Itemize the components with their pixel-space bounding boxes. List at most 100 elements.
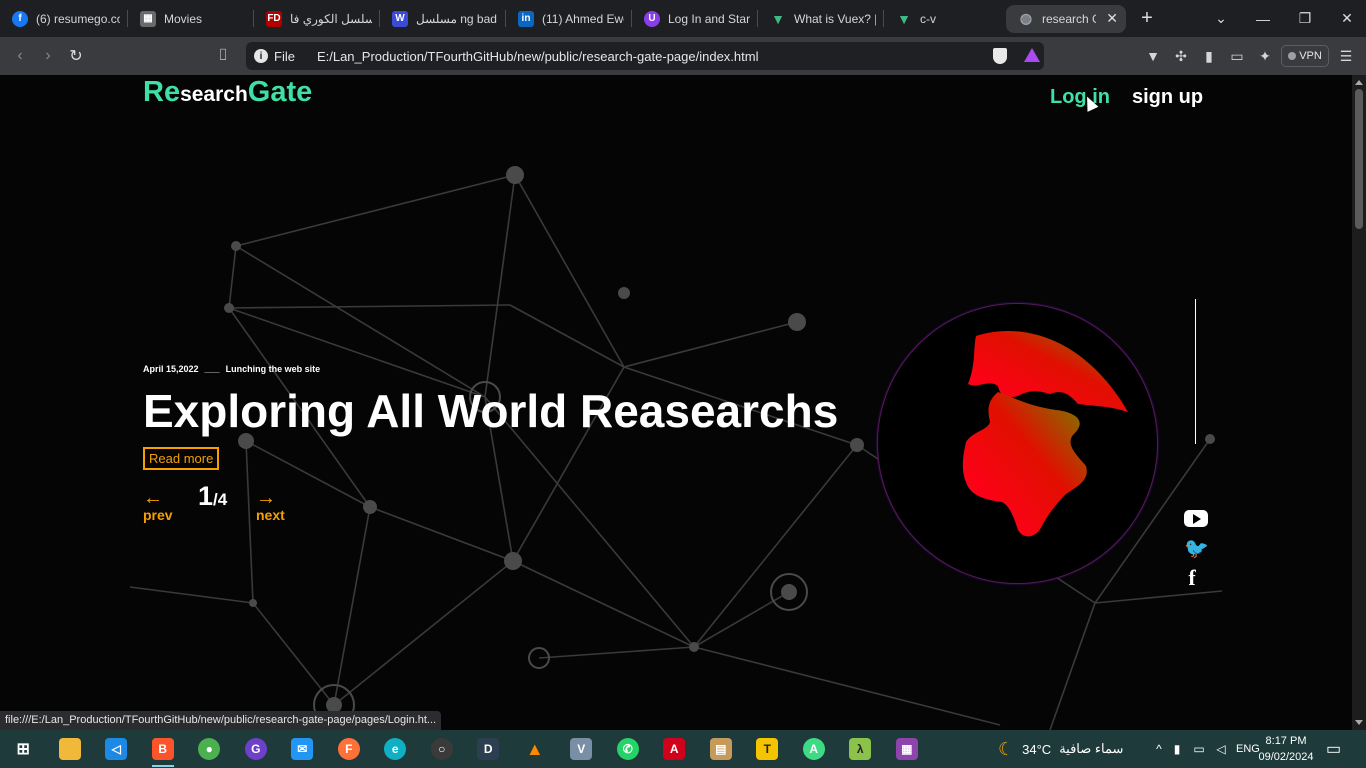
reload-icon[interactable]: ↻ — [62, 46, 90, 66]
back-icon[interactable]: ‹ — [6, 47, 34, 65]
read-more-button[interactable]: Read more — [143, 447, 220, 470]
arrow-left-icon: ← — [143, 487, 163, 509]
brave-rewards-icon[interactable] — [1024, 48, 1040, 62]
taskbar-app-winrar[interactable]: ▦ — [884, 730, 931, 768]
brave-icon: B — [151, 738, 174, 760]
next-button[interactable]: → next — [256, 487, 285, 523]
movies-icon: ▦ — [140, 10, 156, 27]
notifications-icon[interactable]: ▭ — [1326, 739, 1341, 759]
taskbar-app-android-studio[interactable]: A — [791, 730, 838, 768]
prev-button[interactable]: ← prev — [143, 487, 173, 523]
vpn-label: VPN — [1299, 50, 1322, 62]
taskbar-app-amd[interactable]: A — [651, 730, 698, 768]
forward-icon[interactable]: › — [34, 47, 62, 65]
scroll-up-icon[interactable] — [1355, 80, 1363, 85]
menu-icon[interactable]: ☰ — [1332, 48, 1360, 65]
tab-upwork-login[interactable]: U Log In and Start — [632, 0, 758, 37]
tab-label: (6) resumego.co — [36, 11, 120, 26]
volume-icon[interactable]: ◁ — [1210, 742, 1232, 756]
bookmark-icon[interactable]: ⌷ — [209, 47, 237, 65]
close-window-icon[interactable]: ✕ — [1326, 10, 1366, 27]
meta-separator: ___ — [204, 364, 220, 374]
github-icon: G — [244, 738, 267, 760]
virtualbox-icon: V — [570, 738, 593, 760]
taskbar-app-github[interactable]: G — [233, 730, 280, 768]
taskbar-app-brave[interactable]: B — [140, 730, 187, 768]
battery-icon[interactable]: ▮ — [1166, 742, 1188, 756]
start-button[interactable]: ⊞ — [0, 730, 47, 768]
davinci-icon: D — [477, 738, 500, 760]
vscode-icon: ◁ — [105, 738, 128, 760]
slide-current: 1 — [198, 481, 214, 511]
taskbar-app-chrome[interactable]: ● — [186, 730, 233, 768]
post-tagline: Lunching the web site — [225, 364, 321, 374]
extensions-icon[interactable]: ✣ — [1167, 48, 1195, 65]
taskbar-app-vscode[interactable]: ◁ — [93, 730, 140, 768]
wallet-icon[interactable]: ▭ — [1223, 48, 1251, 65]
login-link[interactable]: Log in — [1050, 86, 1110, 109]
tab-cv[interactable]: ▼ c-v — [884, 0, 1006, 37]
taskbar-app-virtualbox[interactable]: V — [558, 730, 605, 768]
taskbar-app-folder[interactable]: ▤ — [698, 730, 745, 768]
taskbar-app-obs[interactable]: ○ — [419, 730, 466, 768]
taskbar-app-edge[interactable]: e — [372, 730, 419, 768]
tab-label: Movies — [164, 11, 203, 26]
network-icon[interactable]: ▭ — [1188, 742, 1210, 756]
signup-link[interactable]: sign up — [1132, 86, 1203, 109]
weather-temp: 34°C — [1022, 741, 1052, 757]
arrow-right-icon: → — [256, 487, 276, 509]
taskbar-clock[interactable]: 8:17 PM 09/02/2024 — [1255, 733, 1317, 765]
tab-resumego[interactable]: f (6) resumego.co — [0, 0, 128, 37]
tab-linkedin[interactable]: in (11) Ahmed Ewe — [506, 0, 632, 37]
taskbar-app-mail[interactable]: ✉ — [279, 730, 326, 768]
address-bar[interactable]: i File E:/Lan_Production/TFourthGitHub/n… — [246, 42, 1044, 70]
vpn-button[interactable]: VPN — [1281, 45, 1329, 67]
maximize-icon[interactable]: ❐ — [1284, 10, 1326, 27]
minimize-icon[interactable]: — — [1242, 11, 1284, 27]
archive-folder-icon: ▤ — [709, 738, 732, 760]
tray-chevron-up-icon[interactable]: ^ — [1152, 742, 1166, 756]
scroll-down-icon[interactable] — [1355, 720, 1363, 725]
taskbar-app-davinci[interactable]: D — [465, 730, 512, 768]
system-tray: ^ ▮ ▭ ◁ ENG — [1152, 730, 1260, 768]
tab-movies[interactable]: ▦ Movies — [128, 0, 254, 37]
continent-shape — [962, 330, 1128, 537]
facebook-icon: f — [12, 10, 28, 27]
notifications-area: ▭ — [1326, 730, 1341, 768]
tab-vuex[interactable]: ▼ What is Vuex? | — [758, 0, 884, 37]
weather-desc: سماء صافية — [1059, 741, 1124, 756]
w-icon: W — [392, 10, 408, 27]
taskbar-app-file-explorer[interactable] — [47, 730, 94, 768]
tab-research-gate[interactable]: ◍ research Ga ✕ — [1006, 4, 1126, 33]
taskbar-app-lambda[interactable]: λ — [837, 730, 884, 768]
sidebar-icon[interactable]: ▮ — [1195, 48, 1223, 65]
site-logo[interactable]: ResearchGate — [143, 76, 312, 109]
link-status-bar: file:///E:/Lan_Production/TFourthGitHub/… — [0, 711, 442, 730]
clock-date: 09/02/2024 — [1258, 751, 1314, 763]
amd-icon: A — [663, 738, 686, 760]
url-text[interactable]: E:/Lan_Production/TFourthGitHub/new/publ… — [317, 49, 759, 64]
taskbar-app-typora[interactable]: T — [744, 730, 791, 768]
fd-icon: FD — [266, 10, 282, 27]
brave-shield-icon[interactable] — [993, 48, 1007, 64]
close-tab-icon[interactable]: ✕ — [1106, 10, 1118, 27]
tab-label: (11) Ahmed Ewe — [542, 11, 624, 26]
chrome-icon: ● — [198, 738, 221, 760]
taskbar-app-whatsapp[interactable]: ✆ — [605, 730, 652, 768]
weather-widget[interactable]: ☾ 34°C سماء صافية — [998, 730, 1123, 768]
tab-korean-series[interactable]: FD مسلسل الكوري فا — [254, 0, 380, 37]
vue-devtools-icon[interactable]: ▼ — [1139, 48, 1167, 64]
tab-breaking-bad[interactable]: W مسلسل ng bad — [380, 0, 506, 37]
new-tab-button[interactable]: + — [1132, 7, 1162, 30]
taskbar-app-vlc[interactable]: ▲ — [512, 730, 559, 768]
page-scrollbar[interactable] — [1352, 75, 1366, 730]
twitter-icon[interactable]: 🐦 — [1184, 536, 1209, 561]
taskbar-app-firefox[interactable]: F — [326, 730, 373, 768]
youtube-icon[interactable] — [1184, 510, 1208, 527]
facebook-icon[interactable]: f — [1184, 565, 1200, 591]
info-icon[interactable]: i — [254, 49, 268, 63]
prev-label: prev — [143, 507, 173, 523]
leo-ai-icon[interactable]: ✦ — [1251, 48, 1279, 65]
scroll-thumb[interactable] — [1355, 89, 1363, 229]
tab-search-chevron-icon[interactable]: ⌄ — [1200, 10, 1242, 27]
